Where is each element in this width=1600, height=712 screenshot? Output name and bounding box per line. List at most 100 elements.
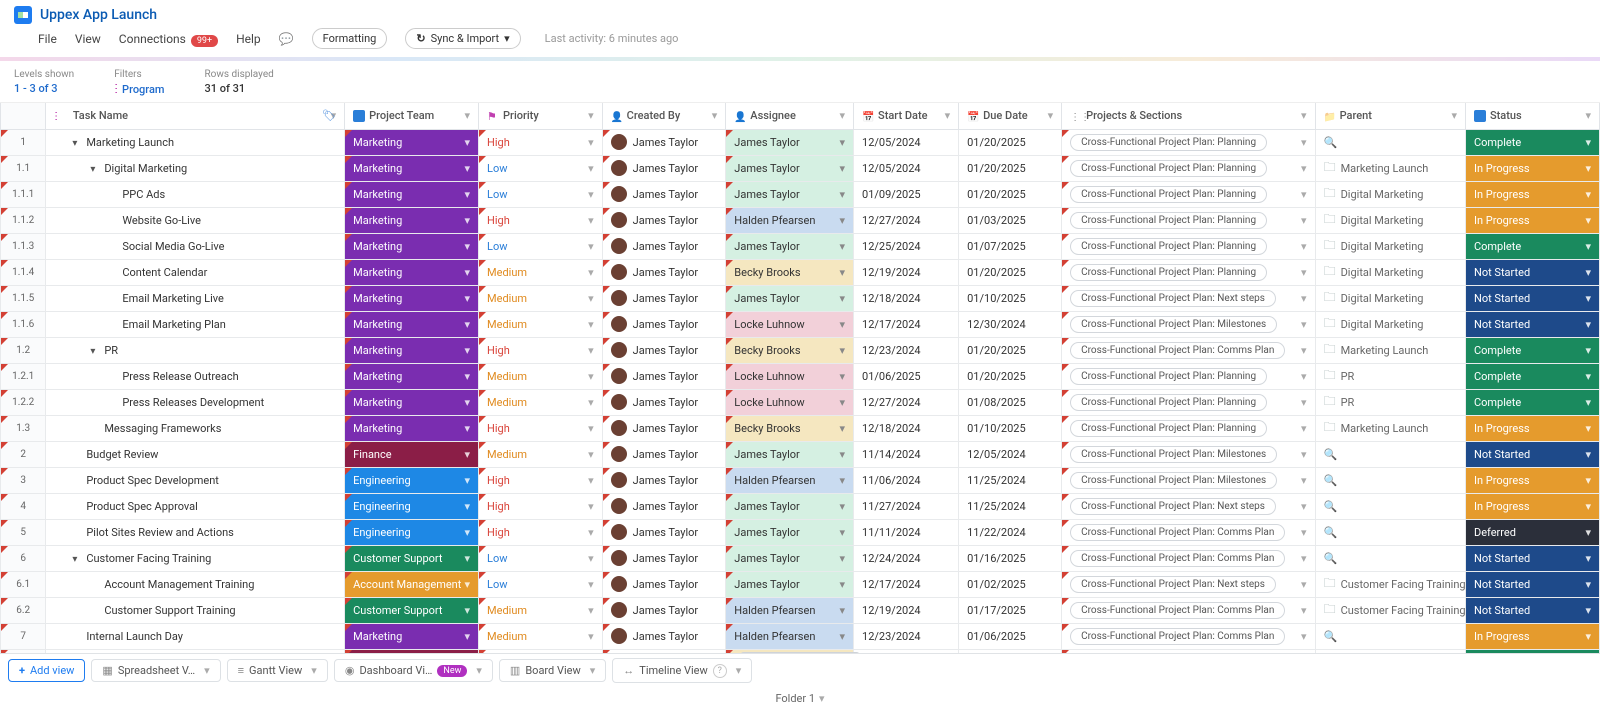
chevron-down-icon[interactable]: ▾ [465,526,471,539]
project-section-chip[interactable]: Cross-Functional Project Plan: Planning [1070,264,1267,281]
status-cell[interactable]: Not Started▾ [1465,545,1599,571]
chevron-down-icon[interactable]: ▾ [1301,266,1307,279]
col-row-number[interactable] [1,103,46,129]
status-cell[interactable]: In Progress▾ [1465,181,1599,207]
projects-sections-cell[interactable]: Cross-Functional Project Plan: Next step… [1062,493,1315,519]
priority-cell[interactable]: Medium▾ [479,363,603,389]
chevron-down-icon[interactable]: ▾ [465,240,471,253]
chevron-down-icon[interactable]: ▾ [1585,552,1591,565]
chevron-down-icon[interactable]: ▾ [819,692,825,705]
project-team-cell[interactable]: Customer Support▾ [345,545,479,571]
parent-cell[interactable]: Digital Marketing [1324,314,1457,335]
chevron-down-icon[interactable]: ▾ [588,500,594,513]
tab-board-view[interactable]: Board View▾ [499,659,606,682]
created-by-cell[interactable]: James Taylor [602,259,726,285]
start-date-cell[interactable]: 01/09/2025 [854,181,959,207]
add-view-button[interactable]: Add view [8,659,85,682]
chevron-down-icon[interactable]: ▾ [588,162,594,175]
due-date-cell[interactable]: 01/17/2025 [959,597,1062,623]
parent-cell[interactable]: Digital Marketing [1324,288,1457,309]
chevron-down-icon[interactable]: ▾ [1301,578,1307,591]
parent-cell-wrap[interactable]: Marketing Launch [1315,415,1465,441]
task-name-cell[interactable]: Product Spec Development [46,467,345,493]
chevron-down-icon[interactable]: ▾ [588,448,594,461]
col-task-name[interactable]: Task Name ▾ [46,103,345,129]
chevron-down-icon[interactable]: ▾ [840,344,846,357]
task-name-cell[interactable]: Budget Review [46,441,345,467]
row-number[interactable]: 6 [1,545,46,571]
created-by-cell[interactable]: James Taylor [602,415,726,441]
start-date-cell[interactable]: 12/05/2024 [854,155,959,181]
task-name-cell[interactable]: Email Marketing Live [46,285,345,311]
priority-cell[interactable]: High▾ [479,467,603,493]
start-date-cell[interactable]: 12/18/2024 [854,415,959,441]
table-row[interactable]: 5 Pilot Sites Review and Actions Enginee… [1,519,1600,545]
created-by-cell[interactable]: James Taylor [602,233,726,259]
chevron-down-icon[interactable]: ▾ [1301,448,1307,461]
priority-cell[interactable]: High▾ [479,129,603,155]
assignee-cell[interactable]: James Taylor▾ [726,129,854,155]
chevron-down-icon[interactable]: ▾ [1301,370,1307,383]
project-section-chip[interactable]: Cross-Functional Project Plan: Planning [1070,160,1267,177]
chevron-down-icon[interactable]: ▾ [840,136,846,149]
priority-cell[interactable]: Medium▾ [479,623,603,649]
project-team-cell[interactable]: Account Management▾ [345,571,479,597]
assignee-cell[interactable]: Halden Pfearsen▾ [726,467,854,493]
status-cell[interactable]: Complete▾ [1465,363,1599,389]
chevron-down-icon[interactable]: ▾ [712,109,718,122]
start-date-cell[interactable]: 12/19/2024 [854,597,959,623]
sync-import-button[interactable]: Sync & Import ▾ [405,28,520,49]
chevron-down-icon[interactable]: ▾ [1585,474,1591,487]
menu-connections[interactable]: Connections 99+ [119,32,218,46]
expand-caret-icon[interactable] [90,162,98,175]
chevron-down-icon[interactable]: ▾ [465,292,471,305]
assignee-cell[interactable]: James Taylor▾ [726,545,854,571]
status-cell[interactable]: In Progress▾ [1465,623,1599,649]
parent-cell[interactable]: Marketing Launch [1324,418,1457,439]
chevron-down-icon[interactable]: ▾ [840,162,846,175]
due-date-cell[interactable]: 11/22/2024 [959,519,1062,545]
assignee-cell[interactable]: Locke Luhnow▾ [726,363,854,389]
chevron-down-icon[interactable]: ▾ [1585,136,1591,149]
table-row[interactable]: 4 Product Spec Approval Engineering▾ Hig… [1,493,1600,519]
priority-cell[interactable]: High▾ [479,207,603,233]
tab-dashboard-view[interactable]: Dashboard Vi…New▾ [334,659,493,682]
chevron-down-icon[interactable]: ▾ [1585,526,1591,539]
project-team-cell[interactable]: Engineering▾ [345,493,479,519]
parent-cell-wrap[interactable] [1315,623,1465,649]
task-name-cell[interactable]: Website Go-Live [46,207,345,233]
start-date-cell[interactable]: 11/11/2024 [854,519,959,545]
created-by-cell[interactable]: James Taylor [602,285,726,311]
created-by-cell[interactable]: James Taylor [602,337,726,363]
row-number[interactable]: 6.1 [1,571,46,597]
project-section-chip[interactable]: Cross-Functional Project Plan: Next step… [1070,576,1276,593]
tab-timeline-view[interactable]: Timeline View▾ [612,658,752,683]
table-row[interactable]: 2 Budget Review Finance▾ Medium▾ James T… [1,441,1600,467]
created-by-cell[interactable]: James Taylor [602,597,726,623]
chevron-down-icon[interactable]: ▾ [1301,214,1307,227]
chevron-down-icon[interactable]: ▾ [1585,292,1591,305]
project-team-cell[interactable]: Engineering▾ [345,519,479,545]
tab-spreadsheet-view[interactable]: Spreadsheet V…▾ [91,659,220,682]
project-team-cell[interactable]: Marketing▾ [345,415,479,441]
start-date-cell[interactable]: 12/18/2024 [854,285,959,311]
start-date-cell[interactable]: 01/06/2025 [854,363,959,389]
projects-sections-cell[interactable]: Cross-Functional Project Plan: Planning▾ [1062,389,1315,415]
task-name-cell[interactable]: Press Releases Development [46,389,345,415]
chevron-down-icon[interactable]: ▾ [465,630,471,643]
task-name-cell[interactable]: Content Calendar [46,259,345,285]
chevron-down-icon[interactable]: ▾ [840,214,846,227]
chevron-down-icon[interactable]: ▾ [465,448,471,461]
table-row[interactable]: 1.1.4 Content Calendar Marketing▾ Medium… [1,259,1600,285]
due-date-cell[interactable]: 11/25/2024 [959,493,1062,519]
chevron-down-icon[interactable]: ▾ [1585,109,1591,122]
due-date-cell[interactable]: 01/10/2025 [959,285,1062,311]
start-date-cell[interactable]: 12/27/2024 [854,207,959,233]
project-section-chip[interactable]: Cross-Functional Project Plan: Planning [1070,212,1267,229]
chevron-down-icon[interactable]: ▾ [840,474,846,487]
chevron-down-icon[interactable]: ▾ [1301,422,1307,435]
chevron-down-icon[interactable]: ▾ [1585,214,1591,227]
parent-cell[interactable]: Digital Marketing [1324,262,1457,283]
start-date-cell[interactable]: 12/27/2024 [854,389,959,415]
created-by-cell[interactable]: James Taylor [602,363,726,389]
